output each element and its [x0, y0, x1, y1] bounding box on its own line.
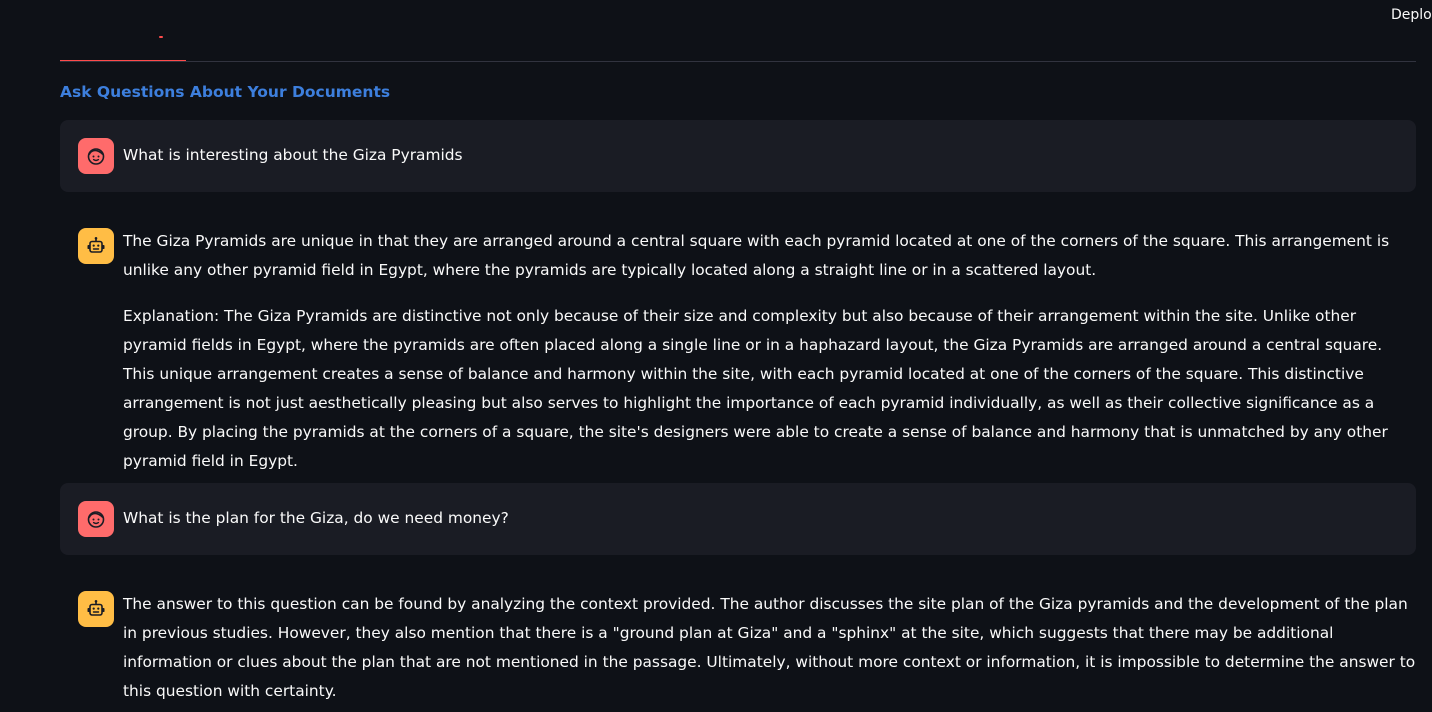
message-content: What is interesting about the Giza Pyram… [123, 141, 1416, 170]
face-icon [87, 511, 105, 528]
user-avatar [78, 501, 114, 537]
chat-message-assistant: The Giza Pyramids are unique in that the… [60, 210, 1416, 470]
message-content: The Giza Pyramids are unique in that the… [123, 227, 1416, 476]
robot-icon [87, 600, 105, 616]
chat-message-user: What is the plan for the Giza, do we nee… [60, 483, 1416, 555]
tab-active[interactable] [60, 0, 186, 62]
message-paragraph: What is the plan for the Giza, do we nee… [123, 509, 509, 527]
chat-message-assistant: The answer to this question can be found… [60, 573, 1416, 712]
tab-label-glyph [159, 36, 163, 38]
user-avatar [78, 138, 114, 174]
message-paragraph: The Giza Pyramids are unique in that the… [123, 232, 1390, 279]
tab-divider [60, 61, 1416, 62]
face-icon [87, 148, 105, 165]
message-paragraph: Explanation: The Giza Pyramids are disti… [123, 307, 1388, 470]
message-paragraph: What is interesting about the Giza Pyram… [123, 146, 463, 164]
message-content: What is the plan for the Giza, do we nee… [123, 504, 1416, 533]
tab-bar [60, 0, 1416, 62]
robot-icon [87, 237, 105, 253]
page-subheader: Ask Questions About Your Documents [60, 83, 391, 101]
app-root: Deploy Ask Questions About Your Document… [0, 0, 1432, 712]
chat-message-user: What is interesting about the Giza Pyram… [60, 120, 1416, 192]
message-content: The answer to this question can be found… [123, 590, 1416, 706]
assistant-avatar [78, 591, 114, 627]
assistant-avatar [78, 228, 114, 264]
message-paragraph: The answer to this question can be found… [123, 595, 1416, 700]
